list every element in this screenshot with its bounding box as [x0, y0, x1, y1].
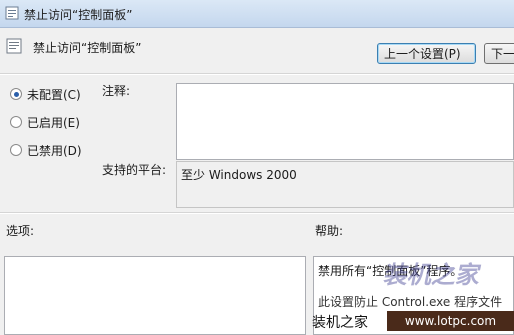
comment-field[interactable] [176, 83, 514, 160]
radio-label: 已禁用(D) [27, 144, 82, 158]
supported-platform-value: 至少 Windows 2000 [181, 168, 297, 182]
watermark-site-name: 装机之家 [312, 315, 368, 331]
help-label: 帮助: [315, 224, 344, 238]
options-pane[interactable] [4, 256, 306, 335]
comment-label: 注释: [102, 84, 131, 98]
radio-indicator[interactable] [10, 144, 22, 156]
watermark-url: www.lotpc.com [387, 311, 514, 331]
next-setting-button[interactable]: 下一 [484, 43, 514, 64]
radio-label: 已启用(E) [27, 116, 80, 130]
radio-indicator[interactable] [10, 88, 22, 100]
radio-indicator[interactable] [10, 116, 22, 128]
supported-platform-label: 支持的平台: [102, 163, 167, 177]
radio-label: 未配置(C) [27, 88, 81, 102]
setting-title: 禁止访问“控制面板” [33, 41, 142, 55]
policy-setting-icon [6, 38, 22, 54]
section-divider [0, 212, 514, 214]
help-text-line: 此设置防止 Control.exe 程序文件 [318, 295, 503, 309]
window-title: 禁止访问“控制面板” [24, 8, 133, 22]
policy-window-icon [5, 6, 19, 20]
options-label: 选项: [6, 224, 35, 238]
supported-platform-field: 至少 Windows 2000 [176, 161, 514, 208]
watermark-logo-text: 装机之家 [381, 260, 484, 289]
window-titlebar[interactable]: 禁止访问“控制面板” [0, 0, 514, 28]
site-watermark: 装机之家 www.lotpc.com [304, 309, 514, 335]
header-divider [0, 73, 514, 75]
previous-setting-button[interactable]: 上一个设置(P) [377, 43, 476, 64]
